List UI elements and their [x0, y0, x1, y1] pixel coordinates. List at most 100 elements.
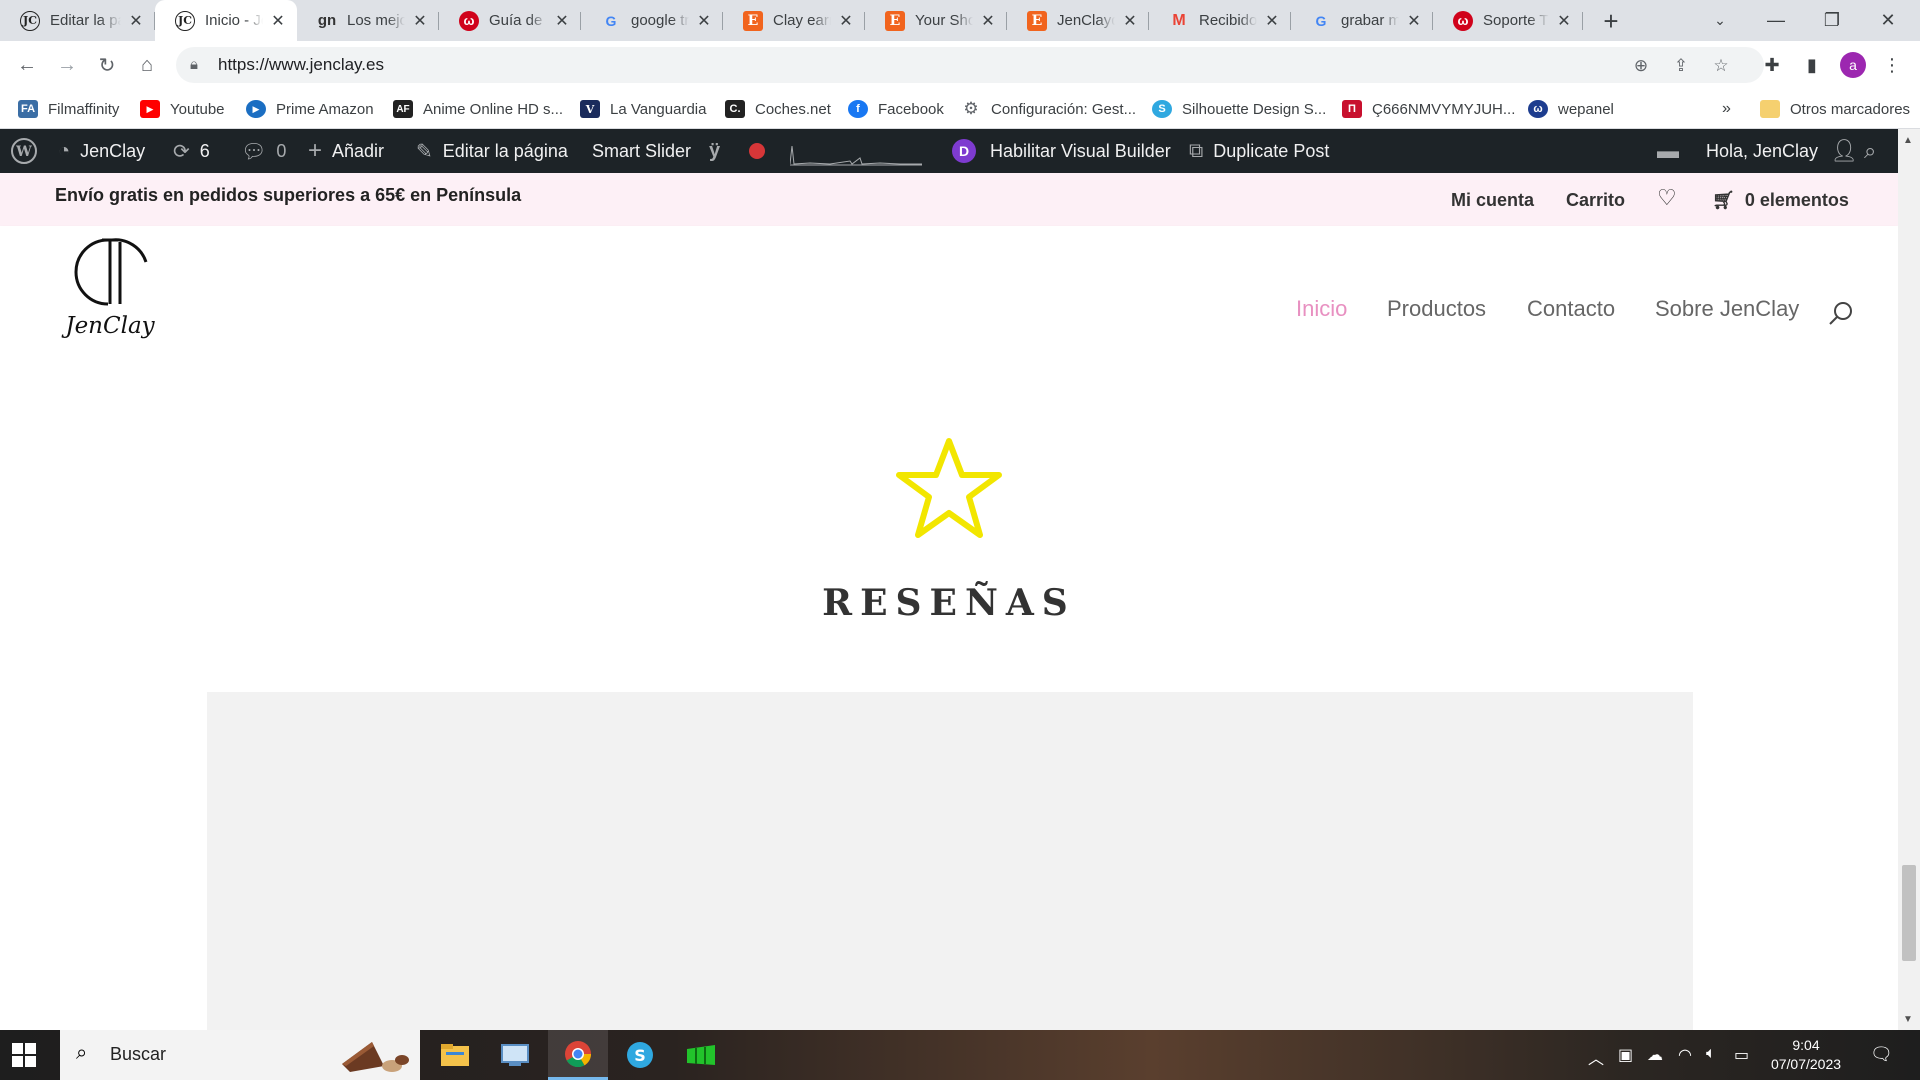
search-icon[interactable]	[1828, 300, 1854, 326]
bookmark-configuracion[interactable]: ⚙ Configuración: Gest...	[961, 89, 1136, 129]
back-arrow-icon[interactable]: ←	[11, 49, 43, 81]
google-favicon-icon: G	[605, 12, 617, 29]
volume-icon[interactable]: 🔈︎	[1706, 1045, 1716, 1063]
wp-search[interactable]: ⌕	[1864, 129, 1886, 173]
wp-smart-slider[interactable]: Smart Slider	[592, 129, 691, 173]
close-tab-icon[interactable]: ✕	[695, 12, 713, 30]
other-bookmarks[interactable]: Otros marcadores	[1760, 89, 1910, 129]
close-tab-icon[interactable]: ✕	[411, 12, 429, 30]
battery-icon[interactable]: ▭	[1734, 1045, 1749, 1065]
browser-tab[interactable]: G grabar m ✕	[1291, 0, 1433, 41]
browser-tab[interactable]: ω Guía de a ✕	[439, 0, 581, 41]
profile-avatar[interactable]: a	[1840, 52, 1866, 78]
bookmark-facebook[interactable]: f Facebook	[848, 89, 944, 129]
bookmark-red[interactable]: Π Ç666NMVYMYJUH...	[1342, 89, 1515, 129]
taskbar-search-box[interactable]: ⌕ Buscar	[60, 1030, 420, 1080]
browser-tab[interactable]: E JenClayde ✕	[1007, 0, 1149, 41]
close-tab-icon[interactable]: ✕	[1121, 12, 1139, 30]
bookmark-coches[interactable]: C. Coches.net	[725, 89, 831, 129]
browser-tab[interactable]: JC Editar la página ✕	[0, 0, 155, 41]
bookmark-anime-online[interactable]: AF Anime Online HD s...	[393, 89, 563, 129]
taskbar-clock[interactable]: 9:04 07/07/2023	[1756, 1036, 1856, 1074]
side-panel-icon[interactable]: ▮	[1800, 53, 1824, 77]
wifi-icon[interactable]: ◠	[1678, 1045, 1692, 1065]
close-window-icon[interactable]: ✕	[1860, 0, 1916, 41]
lock-icon[interactable]: 🔒︎	[190, 56, 198, 73]
nav-inicio[interactable]: Inicio	[1296, 296, 1347, 322]
wp-updates[interactable]: ⟳ 6	[173, 129, 210, 173]
comment-bubble-icon: 💬︎	[241, 140, 267, 163]
url-text[interactable]: https://www.jenclay.es	[218, 55, 384, 75]
browser-tab[interactable]: G google tr ✕	[581, 0, 723, 41]
forward-arrow-icon[interactable]: →	[51, 49, 83, 81]
wp-notifications[interactable]: ▬	[1657, 129, 1689, 173]
page-scrollbar[interactable]: ▲ ▼	[1898, 129, 1920, 1030]
remote-desktop-icon[interactable]	[485, 1030, 545, 1080]
cart-link[interactable]: Carrito	[1566, 190, 1625, 211]
close-tab-icon[interactable]: ✕	[127, 12, 145, 30]
close-tab-icon[interactable]: ✕	[269, 12, 287, 30]
zoom-icon[interactable]: ⊕	[1630, 55, 1652, 77]
bookmark-prime-amazon[interactable]: ▶ Prime Amazon	[246, 89, 374, 129]
notifications-action-center-icon[interactable]: 🗨︎	[1870, 1044, 1893, 1065]
browser-tab[interactable]: E Your Shop ✕	[865, 0, 1007, 41]
reload-icon[interactable]: ↻	[91, 49, 123, 81]
nav-contacto[interactable]: Contacto	[1527, 296, 1615, 322]
wp-my-account[interactable]: Hola, JenClay 👤︎	[1706, 129, 1868, 173]
new-tab-plus-icon[interactable]: +	[1596, 6, 1626, 36]
wp-edit-page[interactable]: ✎ Editar la página	[416, 129, 568, 173]
jenclay-logo[interactable]: JenClay	[60, 232, 160, 342]
home-icon[interactable]: ⌂	[131, 49, 163, 81]
share-icon[interactable]: ⇪	[1670, 55, 1692, 77]
browser-tab[interactable]: ω Soporte T ✕	[1433, 0, 1583, 41]
onedrive-cloud-icon[interactable]: ☁	[1647, 1045, 1663, 1065]
wp-add-new[interactable]: + Añadir	[308, 129, 384, 173]
wp-comments[interactable]: 💬︎ 0	[241, 129, 286, 173]
my-account-link[interactable]: Mi cuenta	[1451, 190, 1534, 211]
bookmark-silhouette[interactable]: S Silhouette Design S...	[1152, 89, 1326, 129]
scrollbar-thumb[interactable]	[1902, 865, 1916, 961]
yoast-icon[interactable]: ÿ	[709, 129, 720, 173]
bookmark-la-vanguardia[interactable]: V La Vanguardia	[580, 89, 706, 129]
bookmark-star-icon[interactable]: ☆	[1710, 55, 1732, 77]
scroll-down-arrow-icon[interactable]: ▼	[1903, 1014, 1913, 1025]
file-explorer-icon[interactable]	[425, 1030, 485, 1080]
wp-duplicate-post[interactable]: ⧉ Duplicate Post	[1189, 129, 1329, 173]
browser-tab[interactable]: gn Los mejores ✕	[297, 0, 439, 41]
close-tab-icon[interactable]: ✕	[979, 12, 997, 30]
close-tab-icon[interactable]: ✕	[1405, 12, 1423, 30]
silhouette-studio-icon[interactable]: S	[610, 1030, 670, 1080]
wp-visual-builder[interactable]: D Habilitar Visual Builder	[952, 129, 1171, 173]
windows-start-icon[interactable]	[12, 1043, 36, 1067]
meet-now-icon[interactable]: ▣	[1618, 1045, 1633, 1065]
bookmark-filmaffinity[interactable]: FA Filmaffinity	[18, 89, 119, 129]
browser-tab[interactable]: E Clay earri ✕	[723, 0, 865, 41]
close-tab-icon[interactable]: ✕	[837, 12, 855, 30]
minimize-icon[interactable]: —	[1748, 0, 1804, 41]
browser-tab[interactable]: M Recibidos ✕	[1149, 0, 1291, 41]
tab-search-chevron-icon[interactable]: ⌄	[1692, 0, 1748, 41]
facebook-icon: f	[848, 100, 868, 118]
wp-site-name[interactable]: ◔ JenClay	[58, 129, 145, 173]
bookmarks-overflow-chevron-icon[interactable]: »	[1722, 89, 1731, 129]
close-tab-icon[interactable]: ✕	[553, 12, 571, 30]
restore-window-icon[interactable]: ❐	[1804, 0, 1860, 41]
scroll-up-arrow-icon[interactable]: ▲	[1903, 135, 1913, 146]
browser-tab-active[interactable]: JC Inicio - JenClay ✕	[155, 0, 297, 41]
chrome-taskbar-icon[interactable]	[548, 1030, 608, 1080]
nav-productos[interactable]: Productos	[1387, 296, 1486, 322]
wordpress-logo-icon[interactable]: W	[10, 129, 38, 173]
nav-sobre-jenclay[interactable]: Sobre JenClay	[1655, 296, 1799, 322]
wishlist-heart-icon[interactable]: ♡	[1657, 185, 1677, 211]
tray-expand-chevron-icon[interactable]: ︿	[1588, 1045, 1604, 1069]
recording-dot-icon[interactable]	[749, 129, 765, 173]
kebab-menu-icon[interactable]: ⋮	[1880, 53, 1904, 77]
address-bar[interactable]: 🔒︎ https://www.jenclay.es ⊕ ⇪ ☆	[176, 47, 1764, 83]
green-app-icon[interactable]	[671, 1030, 731, 1080]
close-tab-icon[interactable]: ✕	[1555, 12, 1573, 30]
close-tab-icon[interactable]: ✕	[1263, 12, 1281, 30]
bookmark-wepanel[interactable]: ω wepanel	[1528, 89, 1614, 129]
cart-items-link[interactable]: 🛒︎ 0 elementos	[1712, 190, 1849, 211]
bookmark-youtube[interactable]: ▶ Youtube	[140, 89, 225, 129]
extensions-puzzle-icon[interactable]: ✚	[1760, 53, 1784, 77]
